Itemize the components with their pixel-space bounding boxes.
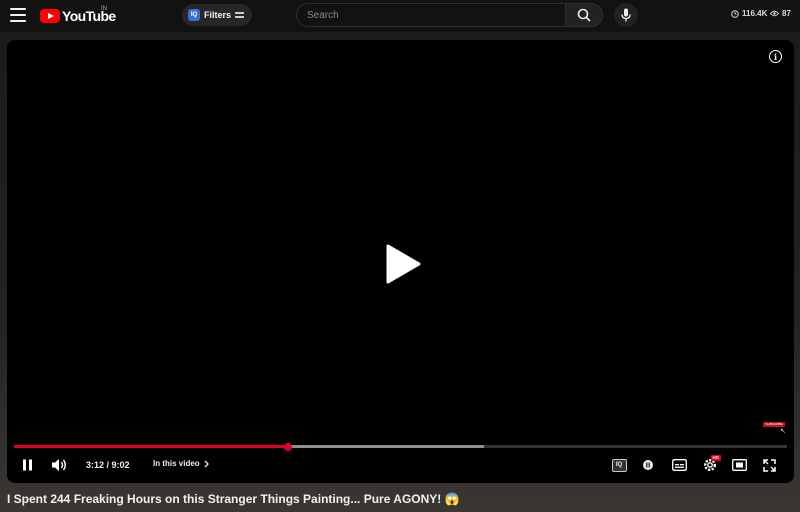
youtube-logo[interactable]: YouTube IN	[40, 6, 116, 25]
stat-views: 87	[770, 9, 791, 18]
eye-icon	[770, 10, 779, 17]
filters-button[interactable]: IQ Filters	[182, 4, 253, 26]
logo-text: YouTube	[62, 8, 116, 24]
in-this-video-button[interactable]: In this video	[153, 459, 209, 468]
iq-icon: IQ	[611, 458, 627, 472]
fullscreen-button[interactable]	[759, 454, 779, 476]
miniplayer-icon	[731, 459, 747, 471]
play-icon[interactable]	[385, 244, 421, 284]
mic-icon	[621, 8, 631, 22]
stat-clock: 116.4K	[731, 9, 767, 18]
time-display: 3:12 / 9:02	[86, 460, 130, 470]
filters-label: Filters	[204, 10, 232, 20]
fullscreen-icon	[762, 458, 776, 472]
search-button[interactable]	[565, 3, 603, 27]
settings-button[interactable]: HD	[699, 454, 721, 476]
in-this-video-label: In this video	[153, 459, 200, 468]
cursor-icon: ↖	[780, 428, 786, 435]
subtitles-icon	[671, 459, 687, 471]
top-bar: YouTube IN IQ Filters 116.4K 87	[0, 0, 800, 32]
record-button[interactable]	[639, 454, 657, 476]
volume-icon	[52, 459, 66, 471]
pause-icon	[22, 459, 32, 471]
search-box	[296, 3, 566, 27]
clock-icon	[731, 9, 739, 18]
search-icon	[577, 8, 591, 22]
tune-icon	[235, 11, 245, 19]
chevron-right-icon	[204, 460, 209, 467]
stat-views-value: 87	[782, 9, 791, 18]
region-code: IN	[101, 6, 107, 12]
hd-badge: HD	[711, 455, 721, 461]
stat-clock-value: 116.4K	[742, 9, 768, 18]
youtube-logo-icon	[40, 9, 60, 23]
video-title: I Spent 244 Freaking Hours on this Stran…	[7, 492, 460, 506]
record-icon	[643, 460, 653, 470]
iq-button[interactable]: IQ	[610, 454, 628, 476]
miniplayer-button[interactable]	[729, 454, 749, 476]
volume-button[interactable]	[50, 454, 68, 476]
progress-bar[interactable]	[14, 442, 787, 451]
info-icon[interactable]: i	[769, 50, 782, 63]
pause-button[interactable]	[19, 454, 35, 476]
progress-scrubber[interactable]	[284, 442, 293, 451]
video-player[interactable]: i SUBSCRIBE ↖ 3:12 / 9:02 In this video …	[7, 40, 794, 483]
filters-icon: IQ	[188, 9, 200, 21]
voice-search-button[interactable]	[614, 3, 638, 27]
menu-icon[interactable]	[10, 8, 26, 22]
player-controls: 3:12 / 9:02 In this video IQ HD	[7, 454, 794, 476]
subtitles-button[interactable]	[669, 454, 689, 476]
progress-played	[14, 445, 289, 448]
search-input[interactable]	[307, 9, 565, 21]
